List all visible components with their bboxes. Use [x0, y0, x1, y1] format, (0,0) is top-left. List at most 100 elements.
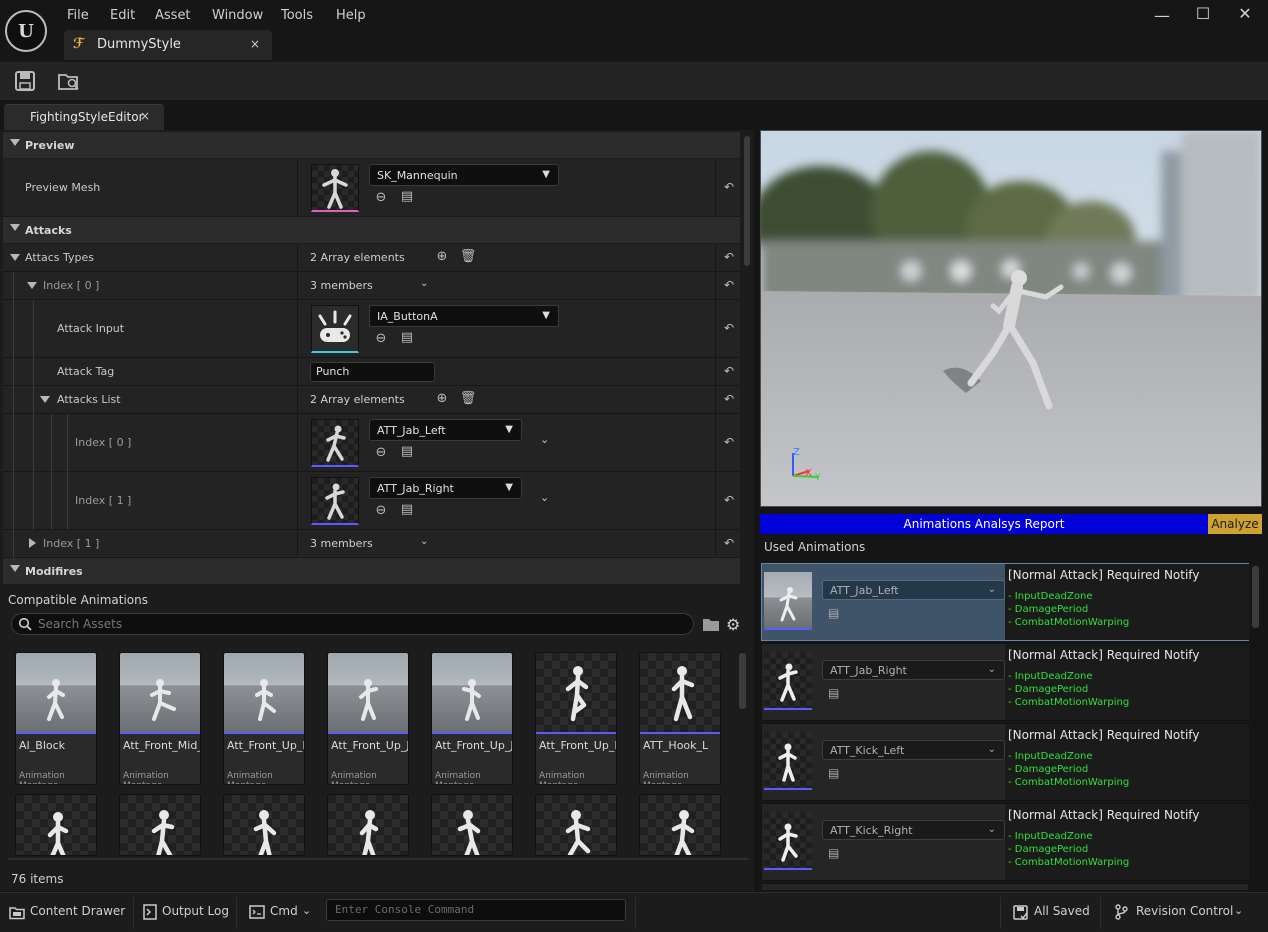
browse-folder-icon[interactable]: [57, 70, 81, 92]
animation-combo[interactable]: ATT_Jab_Right ⌄: [822, 660, 1005, 680]
content-drawer-button[interactable]: Content Drawer: [30, 904, 125, 918]
chevron-down-icon[interactable]: ⌄: [420, 278, 428, 289]
menu-file[interactable]: File: [67, 8, 89, 23]
close-editor-tab-icon[interactable]: ×: [140, 109, 150, 123]
close-window-icon[interactable]: ✕: [1234, 4, 1256, 24]
animation-combo[interactable]: ATT_Kick_Right ⌄: [822, 820, 1005, 840]
add-element-icon[interactable]: ⊕: [433, 391, 451, 409]
asset-card[interactable]: [223, 794, 305, 856]
delete-icon[interactable]: 🗑: [459, 391, 477, 409]
settings-gear-icon[interactable]: ⚙: [726, 615, 740, 634]
asset-card[interactable]: [639, 794, 721, 856]
expand-arrow-icon[interactable]: [40, 396, 50, 403]
asset-card[interactable]: AI_Block Animation Montage: [15, 652, 97, 785]
chevron-down-icon[interactable]: ⌄: [540, 433, 549, 446]
document-tab[interactable]: ℱ DummyStyle ×: [64, 30, 272, 60]
chevron-down-icon[interactable]: ⌄: [420, 536, 428, 547]
menu-asset[interactable]: Asset: [155, 8, 191, 23]
reset-icon[interactable]: ↶: [724, 250, 734, 264]
expand-arrow-icon[interactable]: [29, 538, 36, 548]
expand-arrow-icon[interactable]: [27, 282, 37, 289]
console-command-input[interactable]: Enter Console Command: [326, 899, 626, 921]
report-scrollbar[interactable]: [1252, 566, 1259, 628]
maximize-icon[interactable]: ☐: [1192, 4, 1214, 24]
asset-card[interactable]: Att_Front_Up_JapL Animation Montage: [327, 652, 409, 785]
mesh-thumbnail[interactable]: [311, 164, 359, 212]
menu-help[interactable]: Help: [336, 8, 366, 23]
asset-card[interactable]: ATT_Hook_L Animation Montage: [639, 652, 721, 785]
asset-card[interactable]: Att_Front_Up_Knee Animation Montage: [535, 652, 617, 785]
browse-asset-icon[interactable]: ▤: [398, 330, 416, 348]
list-item[interactable]: ATT_Jab_Left ⌄ ▤ [Normal Attack] Required…: [761, 563, 1249, 641]
reset-icon[interactable]: ↶: [724, 435, 734, 449]
animation-thumbnail[interactable]: [311, 419, 359, 467]
list-item[interactable]: [761, 883, 1249, 890]
asset-card[interactable]: [431, 794, 513, 856]
expand-arrow-icon[interactable]: [10, 254, 20, 261]
revision-control-button[interactable]: Revision Control: [1136, 904, 1233, 918]
search-input[interactable]: Search Assets: [11, 613, 694, 635]
browse-asset-icon[interactable]: ▤: [828, 606, 839, 620]
add-element-icon[interactable]: ⊕: [433, 249, 451, 267]
analyze-button[interactable]: Analyze: [1208, 514, 1262, 534]
chevron-down-icon[interactable]: ⌄: [1234, 904, 1243, 917]
chevron-down-icon[interactable]: ⌄: [302, 904, 311, 917]
asset-card[interactable]: [119, 794, 201, 856]
use-selected-icon[interactable]: ⊖: [372, 445, 390, 463]
browse-asset-icon[interactable]: ▤: [828, 846, 839, 860]
category-preview[interactable]: Preview: [3, 132, 740, 158]
category-modifiers[interactable]: Modifires: [3, 558, 740, 584]
list-item[interactable]: ATT_Kick_Right ⌄ ▤ [Normal Attack] Requir…: [761, 803, 1249, 881]
reset-icon[interactable]: ↶: [724, 364, 734, 378]
chevron-down-icon[interactable]: ⌄: [540, 491, 549, 504]
asset-card[interactable]: Att_Front_Up_JapR Animation Montage: [431, 652, 513, 785]
list-item[interactable]: ATT_Jab_Right ⌄ ▤ [Normal Attack] Require…: [761, 643, 1249, 721]
details-scrollbar[interactable]: [744, 136, 750, 266]
cmd-selector[interactable]: Cmd: [270, 904, 298, 918]
reset-icon[interactable]: ↶: [724, 321, 734, 335]
browse-asset-icon[interactable]: ▤: [828, 686, 839, 700]
attack-anim-combo[interactable]: ATT_Jab_Left ▼: [369, 419, 522, 441]
attack-input-combo[interactable]: IA_ButtonA ▼: [369, 305, 559, 327]
animation-combo[interactable]: ATT_Kick_Left ⌄: [822, 740, 1005, 760]
all-saved-button[interactable]: All Saved: [1034, 904, 1090, 918]
reset-icon[interactable]: ↶: [724, 392, 734, 406]
minimize-icon[interactable]: —: [1151, 6, 1173, 26]
asset-card[interactable]: Att_Front_Mid_SideKick Animation Montage: [119, 652, 201, 785]
use-selected-icon[interactable]: ⊖: [372, 503, 390, 521]
category-attacks[interactable]: Attacks: [3, 217, 740, 243]
attack-anim-combo[interactable]: ATT_Jab_Right ▼: [369, 477, 522, 499]
menu-edit[interactable]: Edit: [110, 8, 135, 23]
preview-viewport[interactable]: Z X Y: [760, 130, 1262, 507]
folder-icon[interactable]: [702, 617, 720, 632]
reset-icon[interactable]: ↶: [724, 493, 734, 507]
close-tab-icon[interactable]: ×: [250, 37, 260, 51]
animation-combo[interactable]: ATT_Jab_Left ⌄: [822, 580, 1005, 600]
attack-tag-input[interactable]: Punch: [310, 362, 435, 382]
use-selected-icon[interactable]: ⊖: [372, 190, 390, 208]
browse-asset-icon[interactable]: ▤: [398, 502, 416, 520]
animation-thumbnail[interactable]: [311, 477, 359, 525]
list-item[interactable]: ATT_Kick_Left ⌄ ▤ [Normal Attack] Require…: [761, 723, 1249, 801]
menu-tools[interactable]: Tools: [281, 8, 313, 23]
browse-asset-icon[interactable]: ▤: [398, 444, 416, 462]
delete-icon[interactable]: 🗑: [459, 249, 477, 267]
reset-icon[interactable]: ↶: [724, 278, 734, 292]
editor-tab[interactable]: FightingStyleEditor ×: [4, 104, 164, 130]
unreal-logo-icon[interactable]: U: [5, 10, 47, 52]
asset-grid-scrollbar[interactable]: [739, 653, 746, 709]
asset-card[interactable]: [535, 794, 617, 856]
use-selected-icon[interactable]: ⊖: [372, 331, 390, 349]
preview-mesh-combo[interactable]: SK_Mannequin ▼: [369, 164, 559, 186]
reset-icon[interactable]: ↶: [724, 180, 734, 194]
reset-icon[interactable]: ↶: [724, 536, 734, 550]
asset-card[interactable]: Att_Front_Up_HighKick Animation Montage: [223, 652, 305, 785]
menu-window[interactable]: Window: [212, 8, 263, 23]
output-log-button[interactable]: Output Log: [162, 904, 229, 918]
save-icon[interactable]: [14, 70, 36, 92]
asset-card[interactable]: [327, 794, 409, 856]
asset-card[interactable]: [15, 794, 97, 856]
input-action-thumbnail[interactable]: [311, 305, 359, 353]
browse-asset-icon[interactable]: ▤: [828, 766, 839, 780]
browse-asset-icon[interactable]: ▤: [398, 189, 416, 207]
